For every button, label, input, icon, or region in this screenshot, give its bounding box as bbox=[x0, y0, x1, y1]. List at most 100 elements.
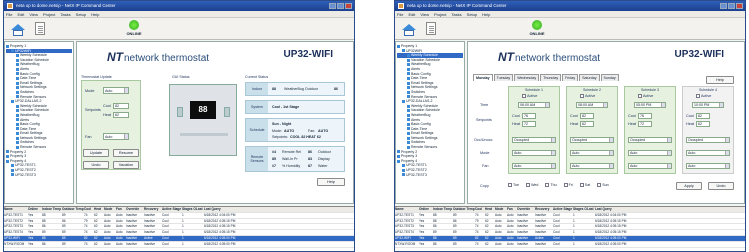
menu-file[interactable]: File bbox=[6, 12, 12, 17]
column-header[interactable]: Mode bbox=[495, 207, 507, 212]
menu-help[interactable]: Help bbox=[482, 12, 490, 17]
menu-view[interactable]: View bbox=[420, 12, 429, 17]
column-header[interactable]: Indoor Temp bbox=[433, 207, 453, 212]
occupancy-select[interactable]: Occupied bbox=[628, 137, 672, 143]
column-header[interactable]: Outdoor Temp bbox=[453, 207, 475, 212]
column-header[interactable]: Online bbox=[419, 207, 433, 212]
fan-select[interactable]: Auto bbox=[512, 163, 556, 169]
column-header[interactable]: Online bbox=[28, 207, 42, 212]
vacation-button[interactable]: Vacation bbox=[113, 161, 139, 169]
heat-setpoint-input[interactable]: 62 bbox=[113, 112, 129, 118]
mode-select[interactable]: Auto bbox=[686, 150, 730, 156]
update-button[interactable]: Update bbox=[83, 149, 109, 157]
home-button[interactable] bbox=[401, 20, 417, 38]
tab-thursday[interactable]: Thursday bbox=[540, 74, 562, 81]
tab-monday[interactable]: Monday bbox=[473, 74, 493, 81]
menu-file[interactable]: File bbox=[397, 12, 403, 17]
heat-setpoint-input[interactable]: 62 bbox=[580, 121, 594, 127]
column-header[interactable]: Active Stage bbox=[162, 207, 182, 212]
tab-sunday[interactable]: Sunday bbox=[600, 74, 619, 81]
time-input[interactable]: 05:00 PM bbox=[634, 102, 666, 108]
undo-button[interactable]: Undo bbox=[708, 182, 734, 190]
column-header[interactable]: Active Stage bbox=[553, 207, 573, 212]
tree-item[interactable]: UP32-TEST3 bbox=[397, 173, 463, 178]
column-header[interactable]: Fan bbox=[507, 207, 517, 212]
table-row[interactable]: NTXW-ROOM Yes 86 89 74 62 Auto Auto Inactive Inac… bbox=[4, 242, 354, 248]
tab-tuesday[interactable]: Tuesday bbox=[493, 74, 514, 81]
active-checkbox[interactable]: Active bbox=[580, 94, 595, 98]
column-header[interactable]: Name bbox=[4, 207, 28, 212]
close-button[interactable] bbox=[736, 3, 743, 9]
column-header[interactable]: Mode bbox=[104, 207, 116, 212]
column-header[interactable]: Last bbox=[587, 207, 595, 212]
column-header[interactable]: Recovery bbox=[144, 207, 162, 212]
cool-setpoint-input[interactable]: 76 bbox=[638, 113, 652, 119]
help-button[interactable]: Help bbox=[706, 76, 734, 84]
time-input[interactable]: 10:00 PM bbox=[692, 102, 724, 108]
maximize-button[interactable] bbox=[728, 3, 735, 9]
undo-button[interactable]: Undo bbox=[83, 161, 109, 169]
column-header[interactable]: Recovery bbox=[535, 207, 553, 212]
heat-setpoint-input[interactable]: 72 bbox=[638, 121, 652, 127]
cool-setpoint-input[interactable]: 82 bbox=[696, 113, 710, 119]
copy-day-checkbox[interactable]: Thu bbox=[545, 183, 557, 188]
menu-tasks[interactable]: Tasks bbox=[451, 12, 461, 17]
copy-day-checkbox[interactable]: Tue bbox=[508, 183, 519, 188]
tab-wednesday[interactable]: Wednesday bbox=[514, 74, 540, 81]
copy-day-checkbox[interactable]: Sat bbox=[579, 183, 590, 188]
occupancy-select[interactable]: Occupied bbox=[512, 137, 556, 143]
column-header[interactable]: Cool bbox=[475, 207, 485, 212]
menu-setup[interactable]: Setup bbox=[76, 12, 86, 17]
thermostat-down-button[interactable] bbox=[224, 107, 230, 117]
maximize-button[interactable] bbox=[337, 3, 344, 9]
column-header[interactable]: Last Query bbox=[204, 207, 260, 212]
menu-project[interactable]: Project bbox=[434, 12, 446, 17]
tree-item[interactable]: UP32-TEST3 bbox=[6, 173, 72, 178]
report-button[interactable] bbox=[32, 20, 48, 38]
cool-setpoint-input[interactable]: 76 bbox=[522, 113, 536, 119]
column-header[interactable]: Override bbox=[126, 207, 144, 212]
column-header[interactable]: Last Query bbox=[595, 207, 651, 212]
thermostat-up-button[interactable] bbox=[177, 107, 183, 117]
cool-setpoint-input[interactable]: 82 bbox=[113, 103, 129, 109]
apply-button[interactable]: Apply bbox=[676, 182, 702, 190]
menu-edit[interactable]: Edit bbox=[408, 12, 415, 17]
column-header[interactable]: Cool bbox=[84, 207, 94, 212]
column-header[interactable]: Stages On bbox=[182, 207, 196, 212]
minimize-button[interactable] bbox=[720, 3, 727, 9]
column-header[interactable]: Indoor Temp bbox=[42, 207, 62, 212]
column-header[interactable]: Outdoor Temp bbox=[62, 207, 84, 212]
tab-saturday[interactable]: Saturday bbox=[579, 74, 600, 81]
time-input[interactable]: 08:00 AM bbox=[576, 102, 608, 108]
column-header[interactable]: Heat bbox=[485, 207, 495, 212]
column-header[interactable]: Name bbox=[395, 207, 419, 212]
mode-select[interactable]: Auto bbox=[512, 150, 556, 156]
cool-setpoint-input[interactable]: 82 bbox=[580, 113, 594, 119]
tab-friday[interactable]: Friday bbox=[562, 74, 579, 81]
occupancy-select[interactable]: Occupied bbox=[570, 137, 614, 143]
mode-select[interactable]: Auto bbox=[103, 87, 129, 94]
column-header[interactable]: Last bbox=[196, 207, 204, 212]
column-header[interactable]: Fan bbox=[116, 207, 126, 212]
menu-view[interactable]: View bbox=[29, 12, 38, 17]
column-header[interactable]: Stages On bbox=[573, 207, 587, 212]
copy-day-checkbox[interactable]: Fri bbox=[563, 183, 573, 188]
report-button[interactable] bbox=[423, 20, 439, 38]
help-button[interactable]: Help bbox=[317, 178, 345, 186]
copy-day-checkbox[interactable]: Wed bbox=[526, 183, 538, 188]
close-button[interactable] bbox=[345, 3, 352, 9]
fan-select[interactable]: Auto bbox=[628, 163, 672, 169]
active-checkbox[interactable]: Active bbox=[696, 94, 711, 98]
active-checkbox[interactable]: Active bbox=[638, 94, 653, 98]
fan-select[interactable]: Auto bbox=[686, 163, 730, 169]
menu-tasks[interactable]: Tasks bbox=[60, 12, 70, 17]
heat-setpoint-input[interactable]: 72 bbox=[522, 121, 536, 127]
home-button[interactable] bbox=[10, 20, 26, 38]
time-input[interactable]: 06:00 AM bbox=[518, 102, 550, 108]
mode-select[interactable]: Auto bbox=[628, 150, 672, 156]
menu-setup[interactable]: Setup bbox=[467, 12, 477, 17]
menu-help[interactable]: Help bbox=[91, 12, 99, 17]
resume-button[interactable]: Resume bbox=[113, 149, 139, 157]
copy-day-checkbox[interactable]: Sun bbox=[597, 183, 609, 188]
mode-select[interactable]: Auto bbox=[570, 150, 614, 156]
